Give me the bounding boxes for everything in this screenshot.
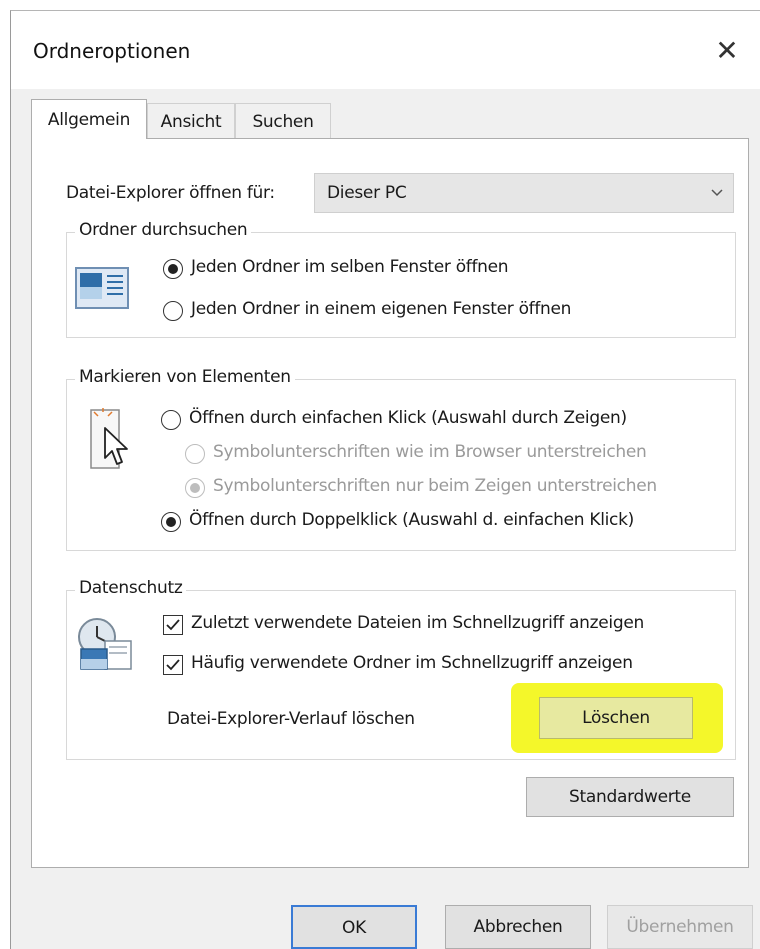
defaults-button[interactable]: Standardwerte bbox=[526, 777, 734, 817]
frequent-folders-label: Häufig verwendete Ordner im Schnellzugri… bbox=[191, 653, 633, 673]
apply-button[interactable]: Übernehmen bbox=[607, 905, 753, 949]
close-icon: ✕ bbox=[715, 34, 739, 67]
radio-underline-hover[interactable] bbox=[185, 478, 205, 498]
checkmark-icon bbox=[166, 619, 180, 631]
folder-options-dialog: Ordneroptionen ✕ Allgemein Ansicht Suche… bbox=[10, 10, 760, 949]
browse-folders-group: Ordner durchsuchen Jeden Ordner im selbe… bbox=[66, 220, 736, 338]
explorer-open-dropdown[interactable]: Dieser PC bbox=[314, 173, 734, 213]
recent-files-label: Zuletzt verwendete Dateien im Schnellzug… bbox=[191, 613, 644, 633]
checkbox-frequent-folders[interactable] bbox=[163, 655, 183, 675]
checkbox-recent-files[interactable] bbox=[163, 615, 183, 635]
clear-history-button[interactable]: Löschen bbox=[539, 697, 693, 739]
own-window-label: Jeden Ordner in einem eigenen Fenster öf… bbox=[191, 299, 572, 319]
double-click-label: Öffnen durch Doppelklick (Auswahl d. ein… bbox=[189, 510, 634, 530]
tab-ansicht[interactable]: Ansicht bbox=[147, 103, 235, 139]
ok-button[interactable]: OK bbox=[291, 905, 417, 949]
chevron-down-icon bbox=[711, 189, 723, 197]
recent-files-icon bbox=[78, 618, 132, 670]
clear-history-label: Datei-Explorer-Verlauf löschen bbox=[167, 709, 415, 729]
radio-double-click[interactable] bbox=[161, 512, 181, 532]
title-bar: Ordneroptionen ✕ bbox=[11, 11, 760, 89]
folder-window-icon bbox=[75, 267, 129, 309]
radio-own-window[interactable] bbox=[163, 301, 183, 321]
tab-suchen[interactable]: Suchen bbox=[235, 103, 331, 139]
single-click-label: Öffnen durch einfachen Klick (Auswahl du… bbox=[189, 408, 627, 428]
click-items-legend: Markieren von Elementen bbox=[75, 367, 295, 387]
underline-hover-label: Symbolunterschriften nur beim Zeigen unt… bbox=[213, 476, 657, 496]
browse-folders-legend: Ordner durchsuchen bbox=[75, 220, 252, 240]
same-window-label: Jeden Ordner im selben Fenster öffnen bbox=[191, 257, 509, 277]
cancel-button[interactable]: Abbrechen bbox=[445, 905, 591, 949]
tab-allgemein[interactable]: Allgemein bbox=[31, 99, 147, 139]
radio-single-click[interactable] bbox=[161, 410, 181, 430]
explorer-open-value: Dieser PC bbox=[327, 183, 407, 203]
radio-same-window[interactable] bbox=[163, 259, 183, 279]
click-items-group: Markieren von Elementen Öffnen durch ein… bbox=[66, 367, 736, 551]
underline-browser-label: Symbolunterschriften wie im Browser unte… bbox=[213, 442, 647, 462]
close-button[interactable]: ✕ bbox=[709, 33, 745, 69]
window-title: Ordneroptionen bbox=[33, 39, 191, 63]
checkmark-icon bbox=[166, 659, 180, 671]
explorer-open-label: Datei-Explorer öffnen für: bbox=[66, 183, 275, 203]
privacy-legend: Datenschutz bbox=[75, 578, 187, 598]
general-tab-panel: Datei-Explorer öffnen für: Dieser PC Ord… bbox=[31, 138, 749, 868]
radio-underline-browser[interactable] bbox=[185, 444, 205, 464]
pointer-click-icon bbox=[90, 408, 128, 469]
